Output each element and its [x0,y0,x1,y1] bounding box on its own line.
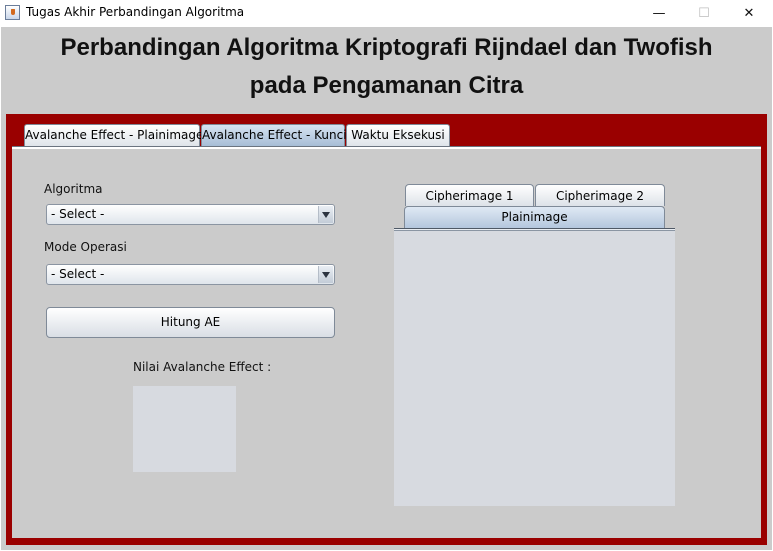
tab-waktu-eksekusi[interactable]: Waktu Eksekusi [346,124,450,146]
maximize-button: ☐ [698,6,710,21]
algoritma-select[interactable]: - Select - [46,204,335,225]
title-bar: Tugas Akhir Perbandingan Algoritma — ☐ ✕ [0,0,773,27]
page-title-line-1: Perbandingan Algoritma Kriptografi Rijnd… [60,34,713,61]
tab-avalanche-kunci[interactable]: Avalanche Effect - Kunci [201,124,347,146]
java-app-icon [5,5,20,20]
mode-operasi-select-value: - Select - [51,267,105,281]
tab-avalanche-plainimage[interactable]: Avalanche Effect - Plainimage [24,124,203,146]
page-title-line-2: pada Pengamanan Citra [249,72,524,99]
algoritma-label: Algoritma [44,182,103,196]
plainimage-display-area [394,231,675,506]
chevron-down-icon[interactable] [318,266,333,283]
hitung-ae-button[interactable]: Hitung AE [46,307,335,338]
nilai-avalanche-label: Nilai Avalanche Effect : [133,360,272,374]
mode-operasi-label: Mode Operasi [44,240,127,254]
tab-cipherimage-2[interactable]: Cipherimage 2 [535,184,665,206]
close-button[interactable]: ✕ [726,0,772,27]
tab-plainimage[interactable]: Plainimage [404,206,665,229]
tab-cipherimage-1[interactable]: Cipherimage 1 [405,184,534,206]
mode-operasi-select[interactable]: - Select - [46,264,335,285]
window-title: Tugas Akhir Perbandingan Algoritma [26,5,245,19]
chevron-down-icon[interactable] [318,206,333,223]
avalanche-result-box [133,386,236,472]
algoritma-select-value: - Select - [51,207,105,221]
minimize-button[interactable]: — [636,0,682,27]
